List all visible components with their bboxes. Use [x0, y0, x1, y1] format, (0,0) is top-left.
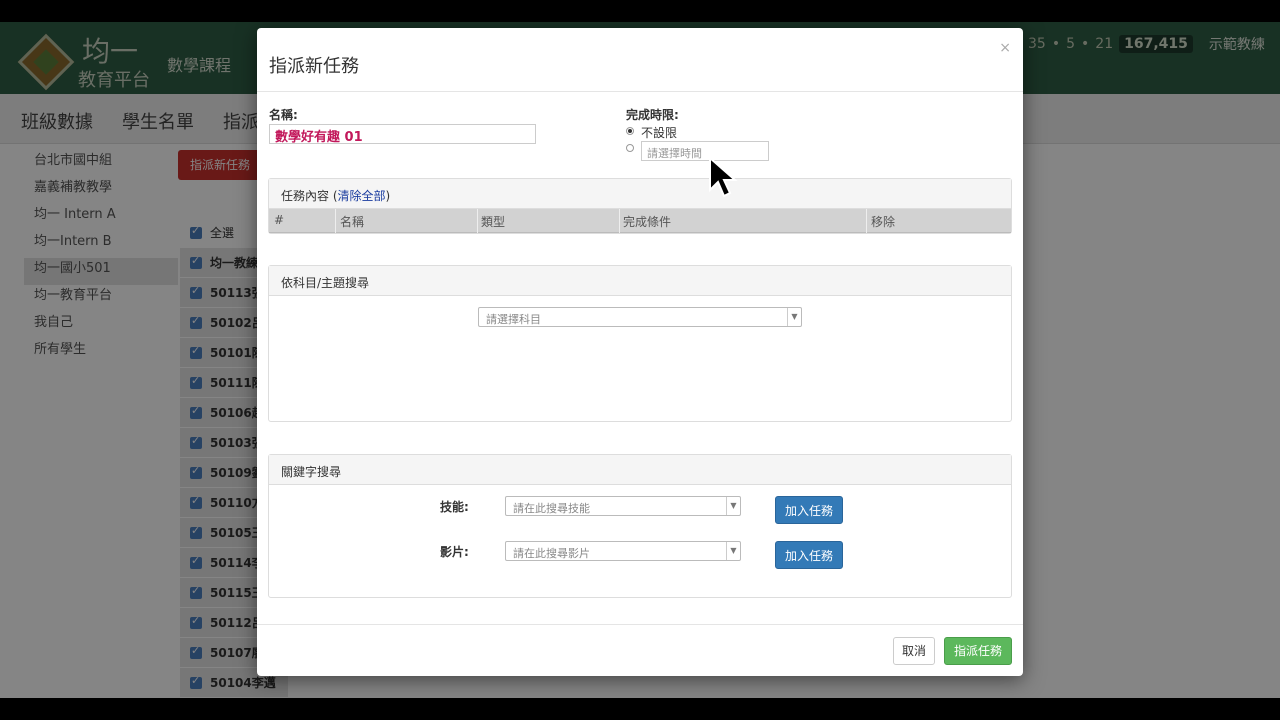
- col-divider: [477, 209, 478, 233]
- clear-all-link[interactable]: 清除全部: [338, 189, 386, 203]
- col-remove: 移除: [871, 215, 896, 229]
- no-limit-radio[interactable]: [626, 127, 634, 135]
- chevron-down-icon: ▼: [726, 542, 740, 560]
- task-content-panel: 任務內容 (清除全部) # 名稱 類型 完成條件 移除: [268, 178, 1012, 234]
- task-content-header: 任務內容 (清除全部): [269, 179, 1011, 209]
- time-input[interactable]: 請選擇時間: [641, 141, 769, 161]
- subject-select[interactable]: 請選擇科目 ▼: [478, 307, 802, 327]
- cancel-button[interactable]: 取消: [893, 637, 935, 665]
- col-divider: [866, 209, 867, 233]
- modal-header: 指派新任務 ×: [257, 28, 1023, 92]
- col-divider: [335, 209, 336, 233]
- modal-title: 指派新任務: [269, 56, 359, 77]
- subject-search-panel: 依科目/主題搜尋 請選擇科目 ▼: [268, 265, 1012, 422]
- video-search-select[interactable]: 請在此搜尋影片 ▼: [505, 541, 741, 561]
- keyword-search-header: 關鍵字搜尋: [269, 455, 1011, 485]
- add-skill-task-button[interactable]: 加入任務: [775, 496, 843, 524]
- app-frame: 均一 教育平台 數學課程 35 • 5 • 21 167,415 示範教練 班級…: [0, 22, 1280, 698]
- close-icon[interactable]: ×: [999, 40, 1011, 56]
- add-video-task-button[interactable]: 加入任務: [775, 541, 843, 569]
- chevron-down-icon: ▼: [787, 308, 801, 326]
- modal-footer: 取消 指派任務: [257, 624, 1023, 676]
- deadline-label: 完成時限:: [626, 108, 679, 122]
- mouse-cursor-icon: [709, 156, 738, 198]
- assign-task-modal: 指派新任務 × 名稱: 數學好有趣 01 完成時限: 不設限 請選擇時間 任務內…: [257, 28, 1023, 676]
- name-label: 名稱:: [269, 108, 298, 122]
- col-name: 名稱: [340, 215, 365, 229]
- select-time-radio[interactable]: [626, 144, 634, 152]
- subject-search-header: 依科目/主題搜尋: [269, 266, 1011, 296]
- col-number: #: [274, 213, 285, 227]
- col-condition: 完成條件: [623, 215, 672, 229]
- task-table-header: # 名稱 類型 完成條件 移除: [269, 209, 1011, 233]
- chevron-down-icon: ▼: [726, 497, 740, 515]
- video-label: 影片:: [440, 545, 469, 559]
- skill-search-select[interactable]: 請在此搜尋技能 ▼: [505, 496, 741, 516]
- no-limit-label: 不設限: [641, 126, 678, 140]
- task-name-input[interactable]: 數學好有趣 01: [269, 124, 536, 145]
- skill-placeholder: 請在此搜尋技能: [513, 502, 590, 515]
- skill-label: 技能:: [440, 500, 469, 514]
- keyword-search-panel: 關鍵字搜尋 技能: 請在此搜尋技能 ▼ 加入任務 影片: 請在此搜尋影片 ▼ 加…: [268, 454, 1012, 598]
- task-content-title: 任務內容: [281, 189, 330, 203]
- col-divider: [619, 209, 620, 233]
- subject-select-placeholder: 請選擇科目: [486, 313, 541, 326]
- col-type: 類型: [481, 215, 506, 229]
- video-placeholder: 請在此搜尋影片: [513, 547, 590, 560]
- assign-task-button[interactable]: 指派任務: [944, 637, 1012, 665]
